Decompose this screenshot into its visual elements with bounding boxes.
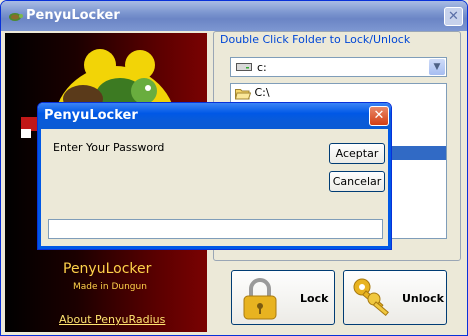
dialog-title: PenyuLocker: [44, 108, 138, 123]
drive-select-value: c:: [257, 61, 267, 74]
about-link[interactable]: About PenyuRadius: [59, 313, 165, 326]
keys-icon: [353, 278, 389, 317]
padlock-icon: [243, 278, 277, 320]
main-close-button[interactable]: ✕: [444, 7, 463, 26]
unlock-button-label: Unlock: [402, 292, 444, 305]
list-item[interactable]: C:\: [234, 86, 270, 100]
password-input[interactable]: [48, 219, 383, 239]
chevron-down-icon[interactable]: ▼: [429, 59, 445, 75]
password-prompt: Enter Your Password: [53, 141, 165, 154]
branding-tagline: Made in Dungun: [73, 282, 147, 292]
dialog-close-button[interactable]: ✕: [369, 106, 389, 126]
dialog-titlebar[interactable]: PenyuLocker ✕: [38, 103, 391, 129]
main-titlebar[interactable]: PenyuLocker ✕: [1, 1, 467, 31]
open-folder-icon: [234, 88, 252, 99]
accept-button[interactable]: Aceptar: [329, 143, 385, 164]
branding-app-name: PenyuLocker: [63, 261, 152, 277]
password-dialog: PenyuLocker ✕ Enter Your Password Acepta…: [37, 102, 392, 250]
lock-button-label: Lock: [300, 292, 329, 305]
cancel-button[interactable]: Cancelar: [329, 171, 385, 192]
drive-select[interactable]: c: ▼: [230, 57, 447, 77]
action-button-area: Lock Unlock: [213, 263, 463, 333]
turtle-app-icon: [9, 13, 23, 21]
lock-button[interactable]: Lock: [231, 270, 335, 325]
folder-groupbox-label: Double Click Folder to Lock/Unlock: [217, 33, 414, 46]
unlock-button[interactable]: Unlock: [343, 270, 447, 325]
folder-item-label: C:\: [254, 86, 270, 99]
main-window-title: PenyuLocker: [26, 8, 120, 23]
drive-icon: [236, 63, 252, 71]
